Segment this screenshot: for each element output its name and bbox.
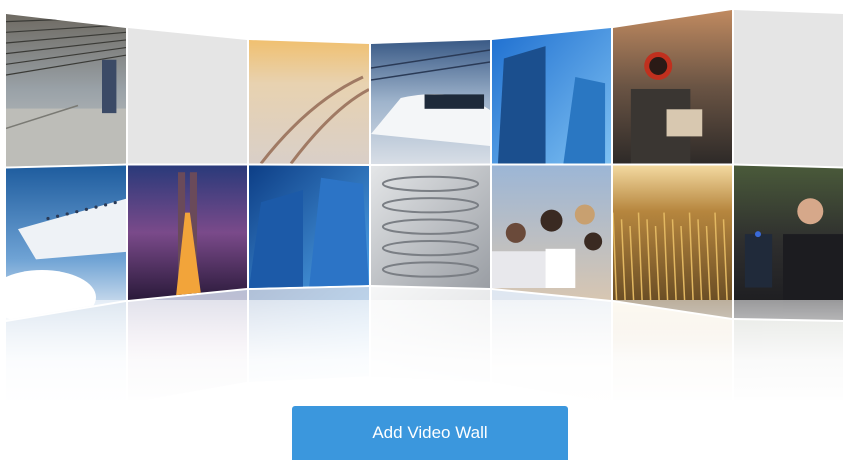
reflection-classroom-tile — [492, 290, 611, 400]
reflection-architecture-tile — [371, 287, 490, 382]
reflection-skyscrapers-tile — [249, 287, 369, 382]
airport-terminal-tile — [6, 14, 126, 167]
add-video-wall-label: Add Video Wall — [372, 423, 488, 442]
motorcyclist-tile — [613, 10, 732, 164]
empty-tile — [128, 28, 247, 164]
classroom-tile — [492, 165, 611, 300]
reflection-wheat-field-tile — [613, 302, 732, 400]
video-wall-preview — [0, 0, 844, 400]
bridge-night-tile — [128, 165, 247, 300]
bullet-train-tile — [371, 40, 490, 164]
reflection-bridge-night-tile — [128, 290, 247, 400]
add-video-wall-button[interactable]: Add Video Wall — [292, 406, 568, 460]
airplane-clouds-tile — [6, 165, 126, 320]
architecture-tile — [371, 165, 490, 288]
wheat-field-tile — [613, 165, 732, 318]
empty-tile — [734, 10, 843, 167]
glass-towers-tile — [492, 28, 611, 164]
reflection-police-officer-tile — [734, 320, 843, 400]
police-officer-tile — [734, 165, 843, 320]
snowy-road-tile — [249, 40, 369, 164]
skyscrapers-tile — [249, 165, 369, 288]
